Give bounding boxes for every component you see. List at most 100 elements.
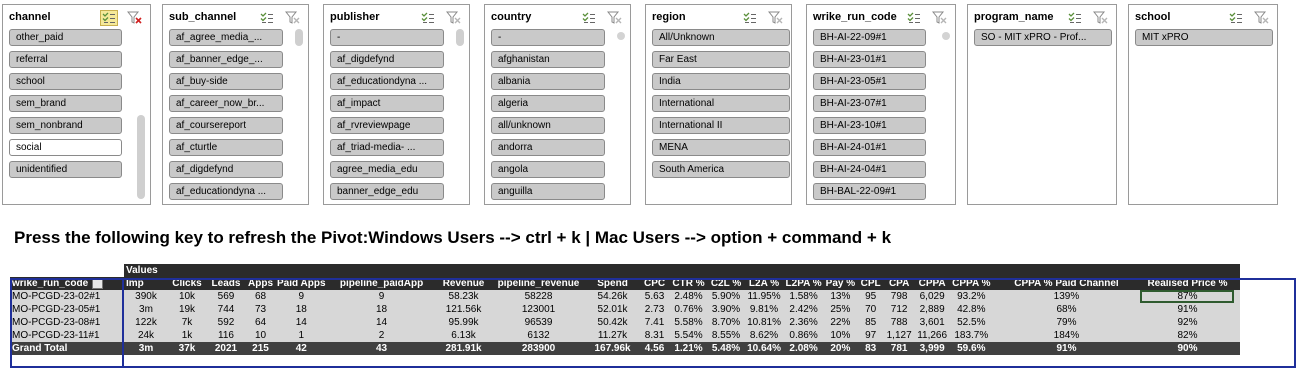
- pivot-cell[interactable]: 184%: [992, 329, 1141, 342]
- pivot-cell[interactable]: 8.62%: [744, 329, 784, 342]
- slicer-item[interactable]: BH-AI-23-01#1: [813, 51, 926, 68]
- pivot-cell[interactable]: 7.41: [639, 316, 670, 329]
- pivot-cell[interactable]: 70: [857, 303, 885, 316]
- slicer-scrollbar[interactable]: [295, 29, 303, 46]
- pivot-cell[interactable]: 2,889: [914, 303, 951, 316]
- column-header[interactable]: L2A %: [744, 277, 784, 290]
- pivot-cell[interactable]: 83: [857, 342, 885, 355]
- pivot-cell[interactable]: 50.42k: [585, 316, 640, 329]
- pivot-cell[interactable]: 8.31: [639, 329, 670, 342]
- slicer-item[interactable]: agree_media_edu: [330, 161, 444, 178]
- column-header[interactable]: C2L %: [707, 277, 745, 290]
- pivot-cell[interactable]: 6132: [491, 329, 586, 342]
- slicer-scrollbar[interactable]: [456, 29, 464, 46]
- pivot-cell[interactable]: 54.26k: [585, 290, 640, 303]
- pivot-cell[interactable]: 68: [246, 290, 275, 303]
- pivot-cell[interactable]: 2.08%: [783, 342, 824, 355]
- slicer-item[interactable]: af_rvreviewpage: [330, 117, 444, 134]
- pivot-cell[interactable]: 2.73: [639, 303, 670, 316]
- pivot-cell[interactable]: 58228: [491, 290, 586, 303]
- pivot-cell[interactable]: 10.81%: [744, 316, 784, 329]
- multi-select-icon[interactable]: [258, 10, 276, 26]
- pivot-cell[interactable]: 744: [206, 303, 246, 316]
- column-header[interactable]: Spend: [585, 277, 640, 290]
- multi-select-icon[interactable]: [580, 10, 598, 26]
- slicer-item[interactable]: af_buy-side: [169, 73, 283, 90]
- slicer-item[interactable]: sem_nonbrand: [9, 117, 122, 134]
- slicer-item[interactable]: af_educationdyna ...: [330, 73, 444, 90]
- pivot-cell[interactable]: 82%: [1140, 329, 1235, 342]
- slicer-item[interactable]: South America: [652, 161, 790, 178]
- pivot-cell[interactable]: 20%: [823, 342, 858, 355]
- pivot-cell[interactable]: 95: [857, 290, 885, 303]
- pivot-cell[interactable]: 5.63: [639, 290, 670, 303]
- pivot-cell[interactable]: 0.86%: [783, 329, 824, 342]
- slicer-item[interactable]: algeria: [491, 95, 605, 112]
- pivot-cell[interactable]: 2: [327, 329, 436, 342]
- slicer-item[interactable]: SO - MIT xPRO - Prof...: [974, 29, 1112, 46]
- slicer-item[interactable]: anguilla: [491, 183, 605, 200]
- pivot-cell[interactable]: 2.36%: [783, 316, 824, 329]
- pivot-cell[interactable]: 5.90%: [707, 290, 745, 303]
- pivot-cell[interactable]: 42: [275, 342, 328, 355]
- pivot-cell[interactable]: 281.91k: [435, 342, 492, 355]
- pivot-cell[interactable]: 14: [327, 316, 436, 329]
- pivot-cell[interactable]: 18: [275, 303, 328, 316]
- slicer-item[interactable]: af_cturtle: [169, 139, 283, 156]
- slicer-item[interactable]: International: [652, 95, 790, 112]
- slicer-item[interactable]: af_career_now_br...: [169, 95, 283, 112]
- pivot-cell[interactable]: 52.01k: [585, 303, 640, 316]
- pivot-cell[interactable]: 58.23k: [435, 290, 492, 303]
- row-label[interactable]: MO-PCGD-23-08#1: [10, 316, 124, 329]
- multi-select-icon[interactable]: [1227, 10, 1245, 26]
- pivot-cell[interactable]: 95.99k: [435, 316, 492, 329]
- slicer-item[interactable]: af_educationdyna ...: [169, 183, 283, 200]
- slicer-item[interactable]: MENA: [652, 139, 790, 156]
- row-filter-icon[interactable]: [92, 277, 104, 289]
- multi-select-icon[interactable]: [100, 10, 118, 26]
- slicer-item[interactable]: andorra: [491, 139, 605, 156]
- pivot-cell[interactable]: 11.95%: [744, 290, 784, 303]
- column-header[interactable]: Apps: [246, 277, 275, 290]
- pivot-cell[interactable]: 1,127: [884, 329, 915, 342]
- slicer-item[interactable]: school: [9, 73, 122, 90]
- clear-filter-icon[interactable]: [931, 10, 949, 26]
- pivot-cell[interactable]: 5.58%: [669, 316, 708, 329]
- clear-filter-icon[interactable]: [284, 10, 302, 26]
- pivot-cell[interactable]: 92%: [1140, 316, 1235, 329]
- pivot-cell[interactable]: 183.7%: [950, 329, 993, 342]
- slicer-scrollbar[interactable]: [137, 115, 145, 199]
- pivot-cell[interactable]: 592: [206, 316, 246, 329]
- multi-select-icon[interactable]: [741, 10, 759, 26]
- slicer-item[interactable]: afghanistan: [491, 51, 605, 68]
- multi-select-icon[interactable]: [419, 10, 437, 26]
- pivot-cell[interactable]: 2.42%: [783, 303, 824, 316]
- pivot-cell[interactable]: 215: [246, 342, 275, 355]
- pivot-cell[interactable]: 1.21%: [669, 342, 708, 355]
- pivot-cell[interactable]: 3,601: [914, 316, 951, 329]
- pivot-cell[interactable]: 123001: [491, 303, 586, 316]
- pivot-cell[interactable]: 97: [857, 329, 885, 342]
- pivot-cell[interactable]: 79%: [992, 316, 1141, 329]
- slicer-item[interactable]: BH-AI-23-05#1: [813, 73, 926, 90]
- column-header[interactable]: CPA: [884, 277, 915, 290]
- pivot-cell[interactable]: 10k: [168, 290, 206, 303]
- slicer-item[interactable]: MIT xPRO: [1135, 29, 1273, 46]
- column-header[interactable]: Revenue: [435, 277, 492, 290]
- pivot-cell[interactable]: 37k: [168, 342, 206, 355]
- pivot-cell[interactable]: 116: [206, 329, 246, 342]
- slicer-item[interactable]: af_triad-media- ...: [330, 139, 444, 156]
- row-labels-header[interactable]: wrike_run_code: [10, 277, 124, 290]
- slicer-item[interactable]: banner_edge_edu: [330, 183, 444, 200]
- pivot-cell[interactable]: 3m: [124, 342, 168, 355]
- slicer-item[interactable]: BH-AI-23-07#1: [813, 95, 926, 112]
- pivot-cell[interactable]: 712: [884, 303, 915, 316]
- column-header[interactable]: Clicks: [168, 277, 206, 290]
- pivot-cell[interactable]: 13%: [823, 290, 858, 303]
- pivot-cell[interactable]: 10: [246, 329, 275, 342]
- column-header[interactable]: CTR %: [669, 277, 708, 290]
- column-header[interactable]: CPL: [857, 277, 885, 290]
- column-header[interactable]: CPC: [639, 277, 670, 290]
- slicer-scrollbar[interactable]: [942, 32, 950, 40]
- column-header[interactable]: Pay %: [823, 277, 858, 290]
